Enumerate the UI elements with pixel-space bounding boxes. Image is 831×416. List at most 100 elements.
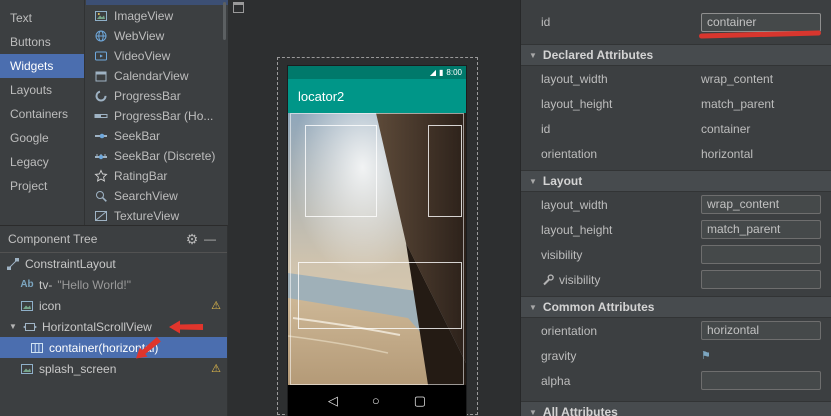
tree-item-textview[interactable]: Ab tv- "Hello World!" bbox=[0, 274, 227, 295]
child-view-outline-3 bbox=[298, 262, 462, 329]
attribute-row: gravity ⚑ bbox=[521, 343, 831, 368]
imageview-icon bbox=[94, 9, 108, 23]
component-tree-header: Component Tree ⚙ — bbox=[0, 226, 227, 253]
widget-item-label: SeekBar (Discrete) bbox=[114, 149, 215, 163]
attribute-value[interactable]: horizontal bbox=[701, 147, 821, 161]
annotation-arrow-horizontalscrollview bbox=[169, 320, 203, 334]
signal-icon: ◢ bbox=[430, 68, 436, 77]
widget-item-seekbar[interactable]: SeekBar bbox=[86, 126, 228, 146]
attribute-row: alpha bbox=[521, 368, 831, 393]
section-title: Common Attributes bbox=[543, 300, 655, 314]
widget-item-label: SearchView bbox=[114, 189, 178, 203]
palette-category-widgets[interactable]: Widgets bbox=[0, 54, 84, 78]
widget-item-seekbar-discrete[interactable]: SeekBar (Discrete) bbox=[86, 146, 228, 166]
palette-category-containers[interactable]: Containers bbox=[0, 102, 84, 126]
attribute-name: layout_width bbox=[541, 198, 701, 212]
nav-back-icon[interactable]: ◁ bbox=[328, 393, 338, 409]
chevron-down-icon: ▼ bbox=[529, 177, 537, 186]
widget-item-videoview[interactable]: VideoView bbox=[86, 46, 228, 66]
section-title: Declared Attributes bbox=[543, 48, 653, 62]
id-attribute-row: id container bbox=[521, 0, 831, 44]
nav-recents-icon[interactable]: ▢ bbox=[414, 393, 426, 409]
seekbar-discrete-icon bbox=[94, 149, 108, 163]
palette-category-legacy[interactable]: Legacy bbox=[0, 150, 84, 174]
chevron-down-icon: ▼ bbox=[529, 51, 537, 60]
attribute-name: alpha bbox=[541, 374, 701, 388]
attribute-row: visibility bbox=[521, 242, 831, 267]
widget-item-label: VideoView bbox=[114, 49, 170, 63]
palette-category-text[interactable]: Text bbox=[0, 6, 84, 30]
section-declared-attributes[interactable]: ▼ Declared Attributes bbox=[521, 44, 831, 66]
widget-item-progressbar[interactable]: ProgressBar bbox=[86, 86, 228, 106]
textview-icon: Ab bbox=[20, 279, 34, 290]
attribute-name: gravity bbox=[541, 349, 701, 363]
chevron-down-icon[interactable]: ▼ bbox=[8, 322, 18, 331]
nav-home-icon[interactable]: ○ bbox=[372, 393, 380, 408]
attribute-name: id bbox=[541, 15, 701, 29]
child-view-outline-2 bbox=[428, 125, 462, 217]
attribute-value[interactable]: wrap_content bbox=[701, 72, 821, 86]
gear-icon[interactable]: ⚙ bbox=[183, 231, 201, 248]
section-title: Layout bbox=[543, 174, 582, 188]
attribute-value[interactable]: match_parent bbox=[701, 97, 821, 111]
visibility-input[interactable] bbox=[701, 245, 821, 264]
design-canvas[interactable]: ◢ ▮ 8:00 locator2 bbox=[228, 0, 520, 416]
widget-item-textureview[interactable]: TextureView bbox=[86, 206, 228, 225]
app-bar-title: locator2 bbox=[298, 89, 344, 104]
layout-width-input[interactable]: wrap_content bbox=[701, 195, 821, 214]
chevron-down-icon: ▼ bbox=[529, 303, 537, 312]
progressbar-icon bbox=[94, 89, 108, 103]
flag-icon[interactable]: ⚑ bbox=[701, 349, 715, 363]
attribute-name: id bbox=[541, 122, 701, 136]
orientation-input[interactable]: horizontal bbox=[701, 321, 821, 340]
widget-item-ratingbar[interactable]: RatingBar bbox=[86, 166, 228, 186]
attribute-row: layout_height match_parent bbox=[521, 217, 831, 242]
section-layout[interactable]: ▼ Layout bbox=[521, 170, 831, 192]
videoview-icon bbox=[94, 49, 108, 63]
palette-category-layouts[interactable]: Layouts bbox=[0, 78, 84, 102]
tree-item-label: icon bbox=[39, 299, 61, 313]
tree-item-label: splash_screen bbox=[39, 362, 116, 376]
alpha-input[interactable] bbox=[701, 371, 821, 390]
attribute-value[interactable]: container bbox=[701, 122, 821, 136]
horizontal-scrollview-icon bbox=[23, 320, 37, 334]
imageview-icon bbox=[20, 299, 34, 313]
section-common-attributes[interactable]: ▼ Common Attributes bbox=[521, 296, 831, 318]
tools-visibility-input[interactable] bbox=[701, 270, 821, 289]
child-view-outline-1 bbox=[305, 125, 377, 217]
attribute-name: orientation bbox=[541, 324, 701, 338]
widget-item-webview[interactable]: WebView bbox=[86, 26, 228, 46]
warning-icon[interactable]: ⚠ bbox=[211, 362, 221, 375]
widget-item-label: CalendarView bbox=[114, 69, 189, 83]
linearlayout-horizontal-icon bbox=[30, 341, 44, 355]
tree-item-constraintlayout[interactable]: ConstraintLayout bbox=[0, 253, 227, 274]
attribute-row: layout_width wrap_content bbox=[521, 66, 831, 91]
palette-category-google[interactable]: Google bbox=[0, 126, 84, 150]
tree-item-container-horizontal[interactable]: container(horizontal) bbox=[0, 337, 227, 358]
section-all-attributes[interactable]: ▼ All Attributes bbox=[521, 401, 831, 416]
palette-category-buttons[interactable]: Buttons bbox=[0, 30, 84, 54]
widget-item-calendarview[interactable]: CalendarView bbox=[86, 66, 228, 86]
tree-item-icon[interactable]: icon ⚠ bbox=[0, 295, 227, 316]
device-nav-bar: ◁ ○ ▢ bbox=[288, 385, 466, 416]
widget-item-progressbar-horizontal[interactable]: ProgressBar (Ho... bbox=[86, 106, 228, 126]
widget-item-label: TextureView bbox=[114, 209, 179, 223]
tree-item-label: ConstraintLayout bbox=[25, 257, 116, 271]
palette-widget-list: ImageView WebView VideoView CalendarView… bbox=[86, 0, 228, 225]
widget-item-label: ProgressBar (Ho... bbox=[114, 109, 213, 123]
id-input[interactable]: container bbox=[701, 13, 821, 32]
component-tree-panel: Component Tree ⚙ — ConstraintLayout Ab t… bbox=[0, 225, 228, 416]
widget-item-searchview[interactable]: SearchView bbox=[86, 186, 228, 206]
palette-category-project[interactable]: Project bbox=[0, 174, 84, 198]
layout-height-input[interactable]: match_parent bbox=[701, 220, 821, 239]
ratingbar-icon bbox=[94, 169, 108, 183]
widget-item-imageview[interactable]: ImageView bbox=[86, 6, 228, 26]
imageview-icon bbox=[20, 362, 34, 376]
palette-scrollbar[interactable] bbox=[223, 2, 226, 40]
seekbar-icon bbox=[94, 129, 108, 143]
tree-item-splash-screen[interactable]: splash_screen ⚠ bbox=[0, 358, 227, 379]
partially-visible-widget-item bbox=[86, 0, 228, 5]
progressbar-horizontal-icon bbox=[94, 109, 108, 123]
warning-icon[interactable]: ⚠ bbox=[211, 299, 221, 312]
minimize-icon[interactable]: — bbox=[201, 232, 219, 246]
